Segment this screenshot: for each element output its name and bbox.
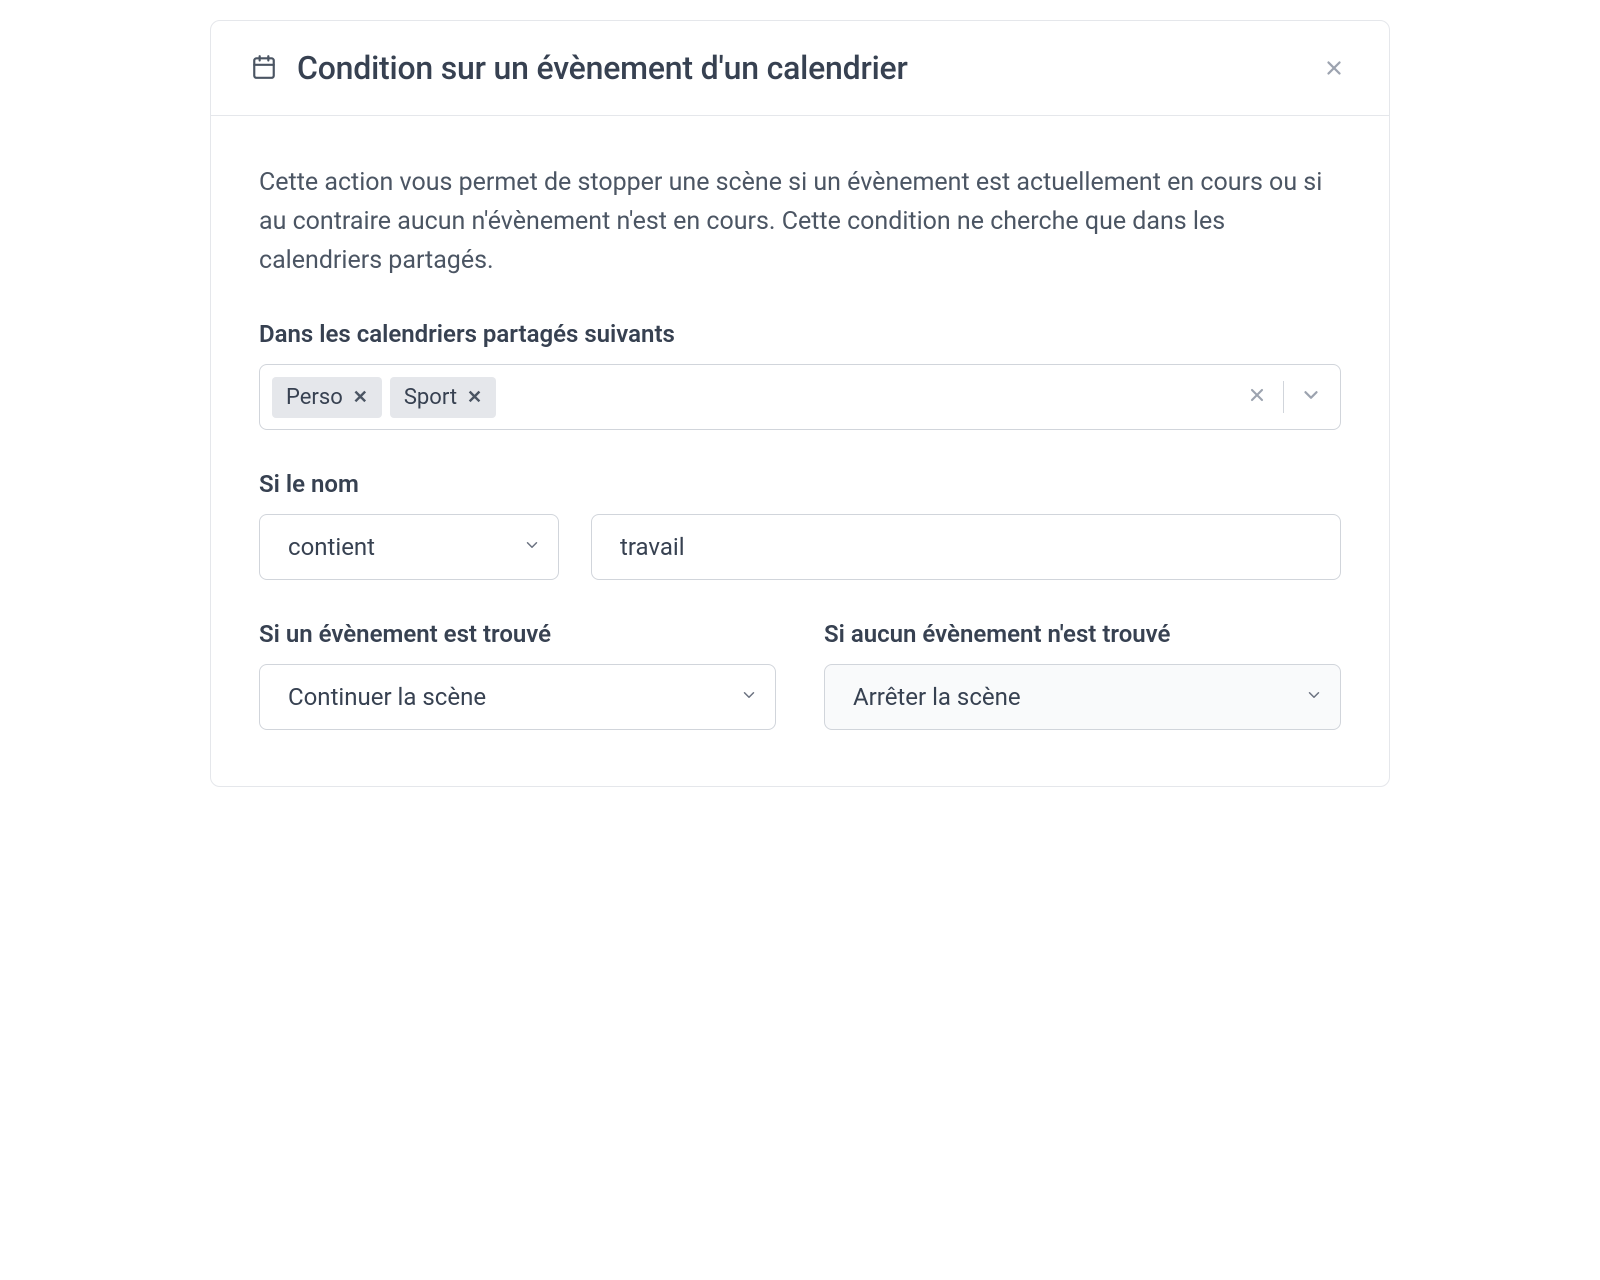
calendars-label: Dans les calendriers partagés suivants [259, 320, 1341, 348]
tag-label: Perso [286, 385, 343, 410]
operator-select[interactable]: contient [259, 514, 559, 580]
tag-item: Perso ✕ [272, 377, 382, 418]
card-header: Condition sur un évènement d'un calendri… [211, 21, 1389, 116]
event-found-select[interactable]: Continuer la scène [259, 664, 776, 730]
event-found-col: Si un évènement est trouvé Continuer la … [259, 620, 776, 730]
no-event-found-col: Si aucun évènement n'est trouvé Arrêter … [824, 620, 1341, 730]
card-title: Condition sur un évènement d'un calendri… [297, 49, 1319, 87]
no-event-found-label: Si aucun évènement n'est trouvé [824, 620, 1341, 648]
calendars-multiselect[interactable]: Perso ✕ Sport ✕ [259, 364, 1341, 430]
name-filter-label: Si le nom [259, 470, 1341, 498]
no-event-found-select-wrap: Arrêter la scène [824, 664, 1341, 730]
multiselect-actions [1247, 381, 1328, 413]
selected-tags: Perso ✕ Sport ✕ [272, 377, 1239, 418]
no-event-found-value: Arrêter la scène [853, 683, 1021, 711]
result-actions-row: Si un évènement est trouvé Continuer la … [259, 620, 1341, 730]
event-found-label: Si un évènement est trouvé [259, 620, 776, 648]
close-button[interactable] [1319, 53, 1349, 83]
event-found-select-wrap: Continuer la scène [259, 664, 776, 730]
description-text: Cette action vous permet de stopper une … [259, 164, 1341, 280]
operator-value: contient [288, 533, 375, 561]
tag-item: Sport ✕ [390, 377, 496, 418]
operator-select-wrap: contient [259, 514, 559, 580]
clear-all-icon[interactable] [1247, 385, 1267, 409]
chevron-down-icon[interactable] [1300, 384, 1322, 410]
no-event-found-select[interactable]: Arrêter la scène [824, 664, 1341, 730]
tag-label: Sport [404, 385, 457, 410]
tag-remove-icon[interactable]: ✕ [353, 387, 368, 408]
name-value-input[interactable] [591, 514, 1341, 580]
calendar-icon [251, 54, 277, 84]
tag-remove-icon[interactable]: ✕ [467, 387, 482, 408]
condition-calendar-card: Condition sur un évènement d'un calendri… [210, 20, 1390, 787]
divider [1283, 381, 1284, 413]
name-filter-row: contient [259, 514, 1341, 580]
card-body: Cette action vous permet de stopper une … [211, 116, 1389, 786]
event-found-value: Continuer la scène [288, 683, 486, 711]
